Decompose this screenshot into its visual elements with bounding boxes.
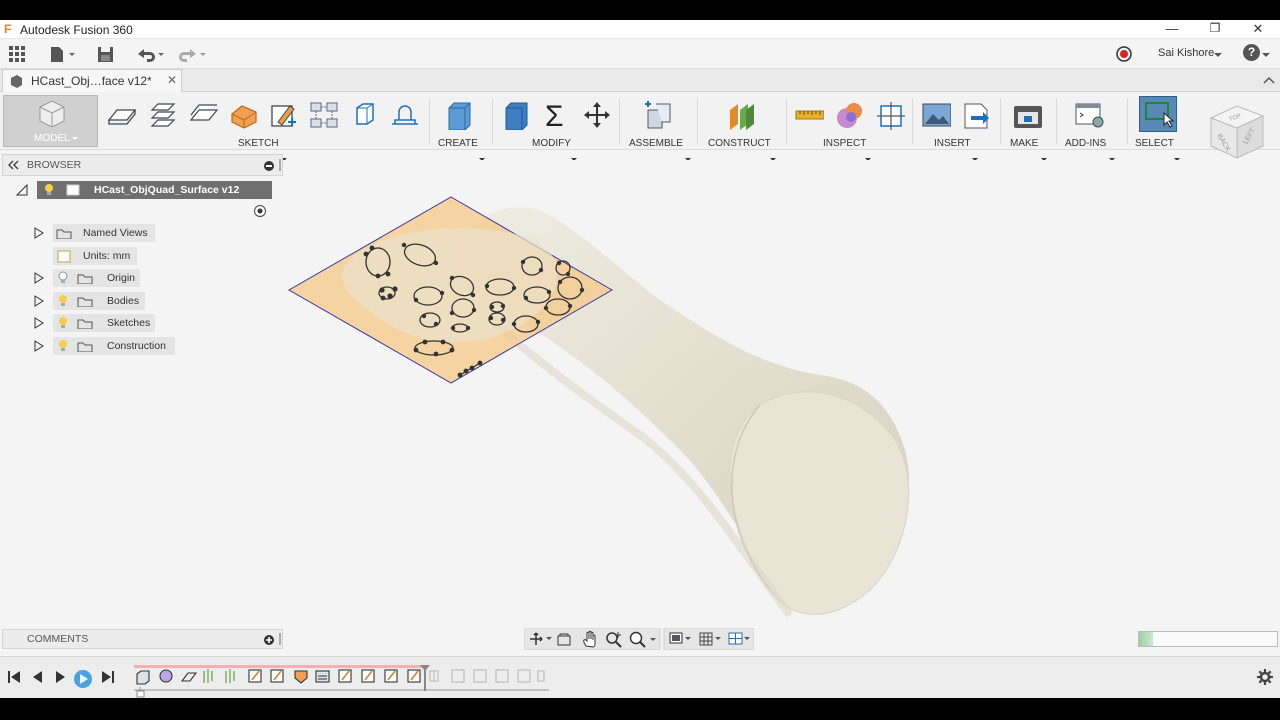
toolbar-separator <box>429 98 430 144</box>
timeline-bar <box>0 656 1280 698</box>
addins-scripts-icon[interactable] <box>1074 100 1104 130</box>
viewport-canvas[interactable] <box>0 150 1280 630</box>
create-box-icon[interactable] <box>443 100 473 130</box>
make-group-label[interactable]: MAKE <box>1010 138 1038 149</box>
toolbar-separator <box>1000 98 1001 144</box>
go-to-end-icon[interactable] <box>100 669 116 685</box>
addins-group-label[interactable]: ADD-INS <box>1065 138 1106 149</box>
grid-settings-icon[interactable] <box>698 631 724 647</box>
tube-end-face[interactable] <box>729 391 910 615</box>
sketch-create-form-icon[interactable] <box>228 100 258 130</box>
fusion-app-icon: F <box>4 22 12 36</box>
document-tab-bar: HCast_Obj…face v12* ✕ <box>0 69 1280 92</box>
select-group-label[interactable]: SELECT <box>1135 138 1174 149</box>
inspect-group-label[interactable]: INSPECT <box>823 138 866 149</box>
make-3d-print-icon[interactable] <box>1012 100 1042 130</box>
toolbar-separator <box>1056 98 1057 144</box>
toolbar-separator <box>912 98 913 144</box>
workspace-switcher[interactable]: MODEL <box>3 95 98 147</box>
modify-compute-sigma-icon[interactable]: Σ <box>541 100 571 130</box>
create-sketch-icon[interactable] <box>268 100 298 130</box>
fit-zoom-window-icon[interactable] <box>628 630 658 648</box>
insert-derive-icon[interactable] <box>961 100 991 130</box>
play-forward-icon[interactable] <box>73 669 93 689</box>
pan-hand-icon[interactable] <box>581 630 599 648</box>
minimize-button[interactable]: — <box>1152 20 1192 39</box>
viewports-icon[interactable] <box>727 631 753 647</box>
workspace-label: MODEL <box>34 133 70 144</box>
timeline-marker-line[interactable] <box>424 669 426 691</box>
sketch-project-icon[interactable] <box>349 100 379 130</box>
step-back-icon[interactable] <box>30 669 46 685</box>
construct-group-label[interactable]: CONSTRUCT <box>708 138 771 149</box>
restore-button[interactable]: ❐ <box>1195 20 1235 39</box>
timeline-features[interactable] <box>130 657 560 698</box>
toolbar-separator <box>697 98 698 144</box>
navigation-bar <box>524 628 754 650</box>
help-menu-chevron-icon[interactable] <box>1260 44 1272 64</box>
select-tool-button[interactable] <box>1139 96 1177 132</box>
assemble-group-label[interactable]: ASSEMBLE <box>629 138 683 149</box>
create-group-label[interactable]: CREATE <box>438 138 478 149</box>
undo-icon[interactable] <box>134 44 168 64</box>
modify-press-pull-icon[interactable] <box>500 100 530 130</box>
orbit-icon[interactable] <box>528 631 554 647</box>
add-comment-icon[interactable] <box>263 634 275 646</box>
toolbar-separator <box>786 98 787 144</box>
modify-move-icon[interactable] <box>581 100 611 130</box>
save-icon[interactable] <box>96 44 116 64</box>
quick-access-bar: Sai Kishore ? <box>0 40 1280 69</box>
ribbon-toolbar: MODEL SKETCH CREATE Σ MODIFY ASSEMBLE CO… <box>0 92 1280 159</box>
record-icon[interactable] <box>1114 44 1134 64</box>
sketch-offset-icon[interactable] <box>188 100 218 130</box>
inspect-zebra-icon[interactable] <box>834 100 864 130</box>
sketch-stop-icon[interactable] <box>389 100 419 130</box>
close-tab-icon[interactable]: ✕ <box>167 73 177 87</box>
toolbar-separator <box>619 98 620 144</box>
go-to-start-icon[interactable] <box>6 669 22 685</box>
sketch-attached-canvas-icon[interactable] <box>308 100 338 130</box>
document-tab-label: HCast_Obj…face v12* <box>31 74 152 88</box>
insert-canvas-icon[interactable] <box>921 100 951 130</box>
user-name[interactable]: Sai Kishore <box>1158 47 1214 59</box>
select-window-icon <box>1145 102 1175 128</box>
progress-bar <box>1138 631 1278 647</box>
look-at-icon[interactable] <box>556 631 574 647</box>
inspect-measure-icon[interactable] <box>794 100 824 130</box>
model-workspace-icon <box>39 100 65 128</box>
collapse-toolbar-chevron-icon[interactable] <box>1262 73 1276 87</box>
user-menu-chevron-icon[interactable] <box>1212 44 1224 64</box>
progress-fill <box>1139 632 1153 646</box>
toolbar-separator <box>492 98 493 144</box>
timeline-settings-gear-icon[interactable] <box>1256 668 1274 686</box>
comments-title: COMMENTS <box>27 633 89 645</box>
title-bar: F Autodesk Fusion 360 — ❐ ✕ <box>0 20 1280 39</box>
insert-group-label[interactable]: INSERT <box>934 138 971 149</box>
document-tab[interactable]: HCast_Obj…face v12* ✕ <box>2 69 182 92</box>
comments-panel-header[interactable]: COMMENTS <box>2 629 283 649</box>
document-tab-icon <box>11 75 22 88</box>
modify-group-label[interactable]: MODIFY <box>532 138 571 149</box>
file-menu-icon[interactable] <box>48 44 78 64</box>
svg-text:Σ: Σ <box>545 100 564 130</box>
window-title: Autodesk Fusion 360 <box>20 23 133 37</box>
workspace-chevron-icon <box>72 137 78 140</box>
toolbar-separator <box>1127 98 1128 144</box>
sketch-extrude-icon[interactable] <box>106 100 136 130</box>
inspect-section-analysis-icon[interactable] <box>875 100 905 130</box>
close-window-button[interactable]: ✕ <box>1238 20 1278 39</box>
redo-icon[interactable] <box>176 44 210 64</box>
play-icon[interactable] <box>52 669 68 685</box>
zoom-icon[interactable] <box>604 630 624 648</box>
data-panel-grid-icon[interactable] <box>8 44 28 64</box>
display-settings-icon[interactable] <box>668 631 694 647</box>
construct-offset-plane-icon[interactable] <box>726 100 756 130</box>
panel-grip[interactable] <box>279 633 281 645</box>
assemble-new-component-icon[interactable] <box>642 100 672 130</box>
help-icon[interactable]: ? <box>1243 44 1260 61</box>
sketch-group-label[interactable]: SKETCH <box>238 138 279 149</box>
sketch-patch-icon[interactable] <box>147 100 177 130</box>
